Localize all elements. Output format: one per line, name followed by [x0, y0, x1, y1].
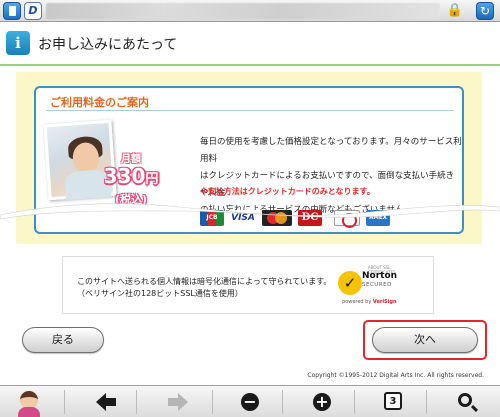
dc-card-logo: DC: [298, 210, 322, 226]
norton-name: Norton: [362, 271, 398, 281]
info-icon: i: [6, 31, 30, 55]
zoom-out-glyph: −: [241, 393, 259, 411]
mii-avatar-icon[interactable]: [14, 387, 42, 417]
ssl-info-line: （ベリサイン社の128ビットSSL通信を使用）: [77, 289, 243, 298]
tabs-count: 3: [384, 392, 402, 410]
toolbar-divider: [354, 390, 355, 414]
page-header: i お申し込みにあたって: [0, 22, 500, 66]
zoom-out-icon[interactable]: −: [230, 386, 270, 417]
browser-top-bar: D 🔒 ↻: [0, 0, 500, 22]
visa-logo: VISA: [228, 210, 258, 226]
amex-logo: AMEX: [366, 210, 390, 226]
jcb-logo: JCB: [200, 210, 224, 226]
toolbar-divider: [64, 390, 65, 414]
verisign-text: VeriSign: [372, 299, 397, 305]
next-button[interactable]: 次へ: [372, 327, 478, 353]
price-badge: 月額 330円 (税込): [94, 150, 168, 208]
back-button[interactable]: 戻る: [22, 327, 104, 353]
ssl-info-text: このサイトへ送られる個人情報は暗号化通信によって守られています。 （ベリサイン社…: [77, 276, 331, 300]
zoom-in-icon[interactable]: +: [302, 386, 342, 417]
pricing-description: 毎日の使用を考慮した価格設定となっております。月々のサービス利用料 はクレジット…: [200, 134, 462, 219]
mastercard-logo: [262, 210, 292, 226]
copyright-text: Copyright ©1995-2012 Digital Arts Inc. A…: [307, 372, 484, 379]
price-amount: 330円: [94, 165, 168, 191]
diners-logo: [334, 210, 360, 228]
price-number: 330: [103, 164, 146, 188]
toolbar-divider: [136, 390, 137, 414]
description-line: 毎日の使用を考慮した価格設定となっております。月々のサービス利用料: [200, 137, 462, 164]
search-icon[interactable]: [446, 386, 486, 417]
lock-icon: 🔒: [446, 3, 464, 18]
norton-secured-label: SECURED: [362, 282, 392, 288]
norton-secured-seal[interactable]: ABOUT SSL CERTIFICATES ✓ Norton SECURED …: [338, 265, 402, 307]
price-unit: 円: [145, 172, 159, 187]
page-title: お申し込みにあたって: [38, 37, 178, 53]
document-icon[interactable]: [3, 2, 21, 20]
toolbar-divider: [212, 390, 213, 414]
pricing-panel: ご利用料金のご案内 月額 330円 (税込) 毎日の使用を考慮した価格設定となっ…: [16, 72, 482, 244]
site-favicon-icon: D: [24, 2, 42, 20]
forward-arrow-icon: [168, 393, 188, 411]
browser-bottom-toolbar: − + 3: [0, 385, 500, 417]
powered-by-text: powered by: [342, 299, 372, 305]
pricing-card: ご利用料金のご案内 月額 330円 (税込) 毎日の使用を考慮した価格設定となっ…: [34, 86, 464, 234]
norton-powered-by: powered by VeriSign: [342, 299, 397, 305]
ssl-info-line: このサイトへ送られる個人情報は暗号化通信によって守られています。: [77, 277, 332, 286]
checkmark-icon: ✓: [338, 271, 362, 295]
price-month-label: 月額: [121, 154, 141, 165]
ssl-info-box: このサイトへ送られる個人情報は暗号化通信によって守られています。 （ベリサイン社…: [62, 256, 434, 314]
address-bar[interactable]: [46, 3, 440, 19]
reload-icon[interactable]: ↻: [476, 2, 494, 20]
toolbar-divider: [426, 390, 427, 414]
back-arrow-icon[interactable]: [86, 386, 126, 417]
title-divider: [46, 110, 454, 111]
tabs-icon[interactable]: 3: [372, 386, 412, 417]
toolbar-divider: [282, 390, 283, 414]
pricing-card-title: ご利用料金のご案内: [50, 96, 149, 109]
back-arrow-icon: [96, 393, 116, 411]
zoom-in-glyph: +: [313, 393, 331, 411]
forward-arrow-icon[interactable]: [158, 386, 198, 417]
price-tax-label: (税込): [114, 193, 148, 206]
payment-note: ※支払方法はクレジットカードのみとなります。: [200, 187, 375, 196]
